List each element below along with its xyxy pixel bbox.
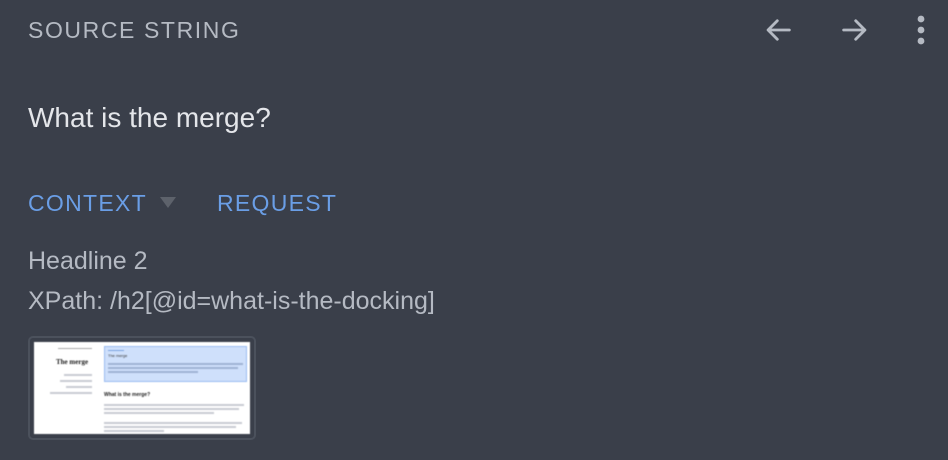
more-vertical-icon	[916, 13, 926, 47]
screenshot-preview: The merge The merge What is the merge?	[34, 342, 250, 434]
source-string-text: What is the merge?	[28, 102, 271, 133]
screenshot-callout-title: The merge	[108, 353, 128, 358]
caret-down-icon	[159, 195, 177, 214]
element-type: Headline 2	[28, 247, 148, 275]
source-string-panel: SOURCE STRING What is the merge? CONTEXT…	[0, 0, 948, 460]
screenshot-content: The merge What is the merge?	[104, 346, 247, 434]
panel-title: SOURCE STRING	[28, 17, 241, 43]
tab-context-label: CONTEXT	[28, 190, 147, 216]
screenshot-section-title: What is the merge?	[104, 392, 151, 398]
tab-context[interactable]: CONTEXT	[28, 190, 177, 217]
xpath-text: XPath: /h2[@id=what-is-the-docking]	[28, 287, 435, 315]
previous-button[interactable]	[756, 8, 800, 52]
tab-request[interactable]: REQUEST	[217, 190, 337, 217]
more-options-button[interactable]	[910, 8, 932, 52]
screenshot-sidebar: The merge	[34, 342, 100, 434]
context-screenshot-thumbnail[interactable]: The merge The merge What is the merge?	[28, 336, 256, 440]
header-actions	[756, 8, 932, 52]
context-tabs: CONTEXT REQUEST	[28, 190, 337, 217]
next-button[interactable]	[833, 8, 877, 52]
arrow-right-icon	[838, 13, 872, 47]
context-details: Headline 2 XPath: /h2[@id=what-is-the-do…	[28, 244, 435, 324]
screenshot-page-title: The merge	[56, 358, 89, 366]
screenshot-callout: The merge	[104, 346, 247, 382]
arrow-left-icon	[761, 13, 795, 47]
